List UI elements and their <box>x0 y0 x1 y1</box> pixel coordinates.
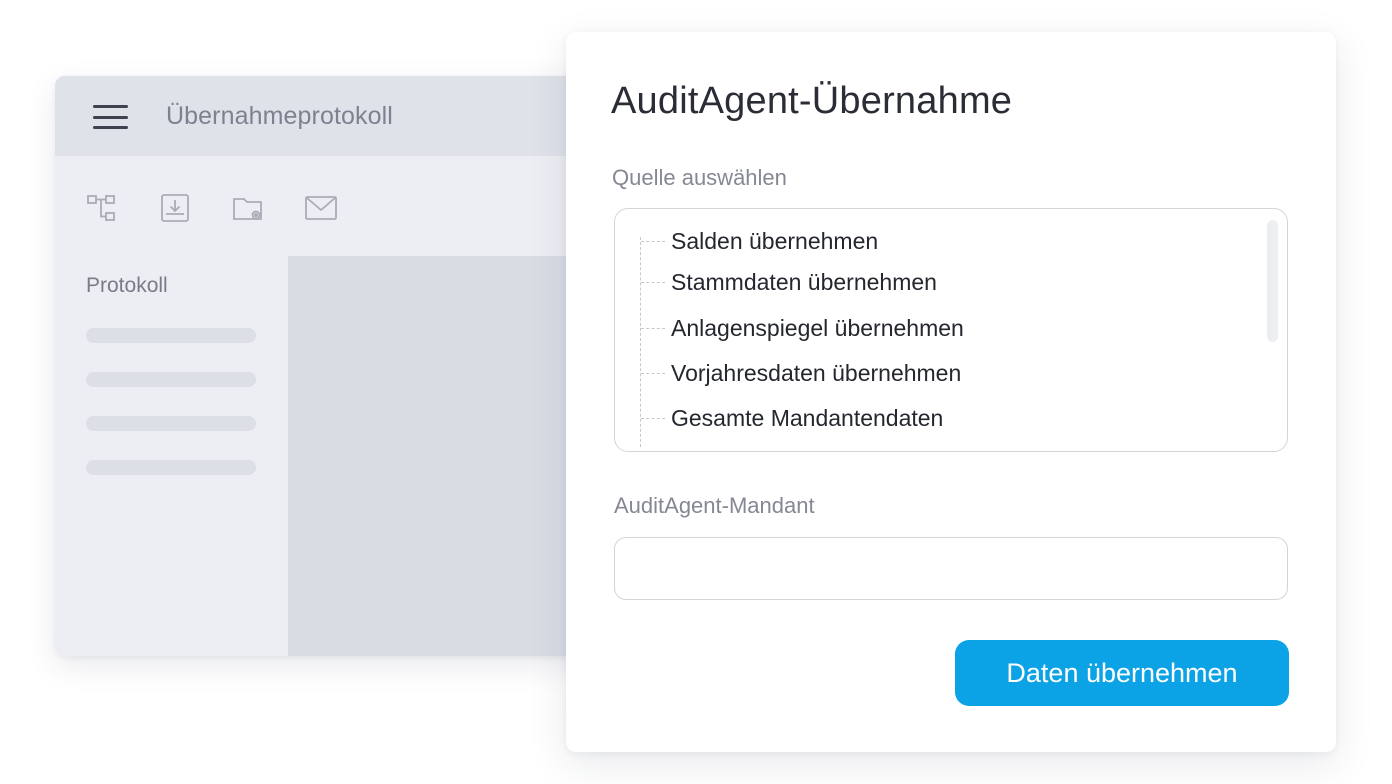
list-item-label: Gesamte Mandantendaten <box>671 404 944 431</box>
list-item-label: Anlagenspiegel übernehmen <box>671 314 964 341</box>
skeleton-line <box>86 328 256 343</box>
folder-settings-icon[interactable] <box>231 191 265 225</box>
source-list[interactable]: Salden übernehmen Stammdaten übernehmen … <box>614 208 1288 452</box>
client-label: AuditAgent-Mandant <box>614 493 815 518</box>
protocol-window: Übernahmeprotokoll Protokoll <box>55 76 615 656</box>
skeleton-line <box>86 416 256 431</box>
source-item-vorjahresdaten[interactable]: Vorjahresdaten übernehmen <box>641 357 961 389</box>
hamburger-menu-icon[interactable] <box>93 105 128 129</box>
toolbar <box>85 188 338 228</box>
list-item-label: Stammdaten übernehmen <box>671 268 937 295</box>
skeleton-line <box>86 460 256 475</box>
source-item-stammdaten[interactable]: Stammdaten übernehmen <box>641 266 937 298</box>
source-item-salden[interactable]: Salden übernehmen <box>641 225 878 257</box>
skeleton-line <box>86 372 256 387</box>
window-header: Übernahmeprotokoll <box>55 76 615 156</box>
client-input[interactable] <box>614 537 1288 600</box>
sidebar-title: Protokoll <box>86 274 168 297</box>
hierarchy-icon[interactable] <box>85 191 119 225</box>
sidebar: Protokoll <box>55 256 288 656</box>
app-stage: Übernahmeprotokoll Protokoll AuditAgent-… <box>0 0 1392 784</box>
import-dialog: AuditAgent-Übernahme Quelle auswählen Sa… <box>566 32 1336 752</box>
list-item-label: Vorjahresdaten übernehmen <box>671 359 962 386</box>
list-item-label: Salden übernehmen <box>671 227 879 254</box>
mail-icon[interactable] <box>304 191 338 225</box>
download-tray-icon[interactable] <box>158 191 192 225</box>
window-title: Übernahmeprotokoll <box>166 102 393 130</box>
list-scrollbar[interactable] <box>1267 220 1278 342</box>
import-data-button[interactable]: Daten übernehmen <box>955 640 1289 706</box>
source-label: Quelle auswählen <box>612 165 787 190</box>
dialog-title: AuditAgent-Übernahme <box>611 80 1013 122</box>
source-item-anlagenspiegel[interactable]: Anlagenspiegel übernehmen <box>641 312 964 344</box>
source-item-mandantendaten[interactable]: Gesamte Mandantendaten <box>641 402 943 434</box>
